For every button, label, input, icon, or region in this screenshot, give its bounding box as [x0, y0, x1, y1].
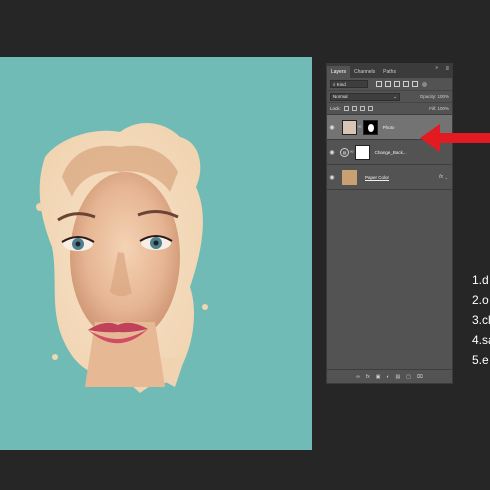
opacity-value[interactable]: 100% — [437, 94, 449, 99]
step-item: 2.o — [472, 293, 489, 307]
blend-row: Normal ⌄ Opacity: 100% — [327, 91, 452, 103]
tab-channels[interactable]: Channels — [350, 66, 379, 78]
lock-label: Lock: — [330, 106, 341, 111]
layers-panel: Layers Channels Paths » ≡ ⌕ Kind Normal … — [326, 63, 453, 384]
layer-name[interactable]: Paper Color — [365, 175, 389, 180]
tab-layers[interactable]: Layers — [327, 66, 351, 78]
eye-icon[interactable]: ◉ — [327, 149, 337, 156]
opacity-label: Opacity: — [419, 94, 437, 99]
chevron-down-icon: ⌄ — [393, 93, 397, 99]
opacity-control[interactable]: Opacity: 100% — [420, 94, 449, 99]
blend-mode-value: Normal — [333, 94, 348, 99]
panel-tabs: Layers Channels Paths » ≡ — [327, 64, 452, 78]
layer-filter-row: ⌕ Kind — [327, 78, 452, 91]
fill-value[interactable]: 100% — [437, 106, 449, 111]
panel-menu-icon[interactable]: ≡ — [445, 66, 449, 72]
lock-position-icon[interactable] — [359, 106, 365, 111]
lock-transparency-icon[interactable] — [343, 106, 349, 111]
step-item: 5.e — [472, 353, 489, 367]
filter-icons — [376, 81, 418, 87]
adjustment-layer-icon[interactable]: ▤ — [340, 147, 349, 157]
layer-paper-color[interactable]: ◉ Paper Color fx ⌄ — [327, 165, 452, 190]
lock-pixels-icon[interactable] — [351, 106, 357, 111]
panel-footer: ∞ fx ▣ ◐ ▤ ▢ ⌧ — [327, 369, 452, 383]
step-item: 3.cl — [472, 313, 490, 327]
step-item: 4.sa — [472, 333, 490, 347]
lock-all-icon[interactable] — [367, 106, 373, 111]
type-filter-icon[interactable] — [394, 81, 400, 87]
fx-icon[interactable]: fx — [439, 174, 443, 180]
link-icon[interactable]: ∞ — [358, 124, 362, 130]
adjustment-icon[interactable]: ◐ — [386, 374, 389, 380]
link-icon[interactable]: ∞ — [356, 374, 360, 380]
shape-filter-icon[interactable] — [403, 81, 409, 87]
fx-icon[interactable]: fx — [366, 374, 370, 380]
link-icon[interactable]: ∞ — [350, 149, 354, 155]
blend-mode-select[interactable]: Normal ⌄ — [330, 92, 400, 101]
color-fill-thumbnail[interactable] — [342, 169, 357, 185]
smart-object-filter-icon[interactable] — [412, 81, 418, 87]
double-chevron-icon[interactable]: » — [435, 65, 438, 71]
photo-thumbnail[interactable] — [342, 119, 357, 135]
folder-icon[interactable]: ▤ — [396, 374, 401, 380]
layer-name[interactable]: Photo — [383, 125, 395, 130]
chevron-down-icon[interactable]: ⌄ — [445, 175, 448, 180]
fill-control[interactable]: Fill: 100% — [429, 106, 449, 111]
adjustment-filter-icon[interactable] — [385, 81, 391, 87]
eye-icon[interactable]: ◉ — [327, 174, 337, 181]
portrait-artwork — [36, 122, 208, 393]
trash-icon[interactable]: ⌧ — [417, 374, 423, 380]
layer-name[interactable]: Change_Back... — [375, 150, 407, 155]
red-arrow-icon — [420, 124, 490, 152]
fill-label: Fill: — [429, 106, 437, 111]
eye-icon[interactable]: ◉ — [327, 124, 337, 131]
step-item: 1.d — [472, 273, 489, 287]
layer-mask-thumbnail[interactable] — [362, 119, 378, 135]
mask-icon[interactable]: ▣ — [376, 374, 381, 380]
filter-toggle-icon[interactable] — [422, 81, 427, 87]
new-layer-icon[interactable]: ▢ — [406, 374, 411, 380]
steps-list: 1.d 2.o 3.cl 4.sa 5.e — [472, 270, 490, 370]
lock-row: Lock: Fill: 100% — [327, 103, 452, 115]
document-canvas[interactable] — [0, 57, 312, 450]
pixel-filter-icon[interactable] — [376, 81, 382, 87]
tab-paths[interactable]: Paths — [379, 66, 400, 78]
kind-filter-select[interactable]: ⌕ Kind — [330, 80, 368, 88]
adjustment-mask-thumbnail[interactable] — [354, 144, 370, 160]
